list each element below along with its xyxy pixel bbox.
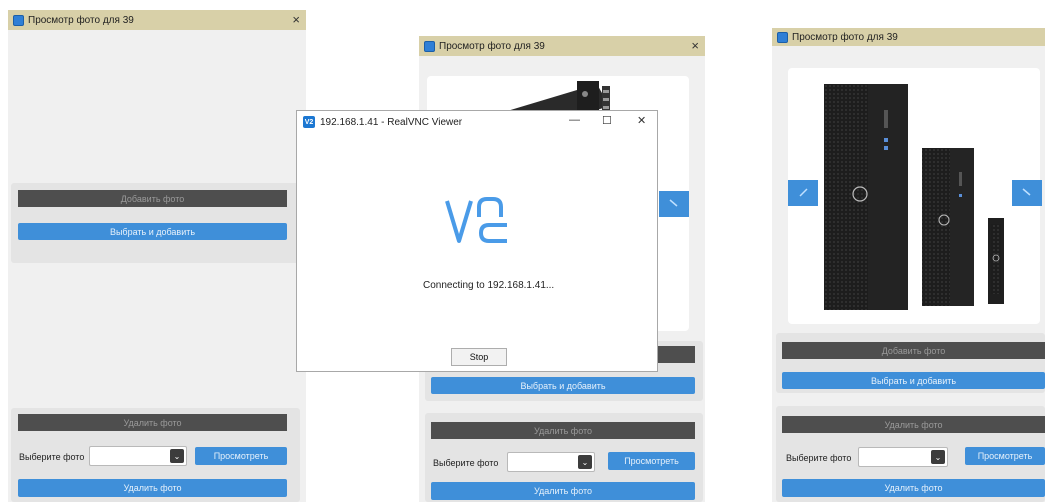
arrow-right-icon xyxy=(669,199,678,207)
app-icon xyxy=(777,31,788,43)
select-photo-label: Выберите фото xyxy=(19,452,85,462)
app-icon xyxy=(424,40,435,52)
minimize-icon[interactable]: — xyxy=(569,114,580,126)
window-titlebar[interactable]: Просмотр фото для 39 xyxy=(772,28,1045,46)
delete-photo-header: Удалить фото xyxy=(18,414,287,431)
choose-and-add-button[interactable]: Выбрать и добавить xyxy=(18,223,287,240)
stop-button[interactable]: Stop xyxy=(451,348,507,366)
chevron-down-icon[interactable]: ⌄ xyxy=(170,449,184,463)
prev-photo-button[interactable] xyxy=(788,180,818,206)
window-title: Просмотр фото для 39 xyxy=(28,14,134,26)
photo-window-right: Просмотр фото для 39 Добавить фото Выбра… xyxy=(772,28,1045,502)
delete-photo-button[interactable]: Удалить фото xyxy=(18,479,287,497)
photo-preview xyxy=(788,68,1040,324)
add-photo-header: Добавить фото xyxy=(18,190,287,207)
photo-window-left: Просмотр фото для 39 × Добавить фото Выб… xyxy=(8,10,306,502)
add-photo-header: Добавить фото xyxy=(782,342,1045,359)
delete-photo-header: Удалить фото xyxy=(782,416,1045,433)
close-icon[interactable]: × xyxy=(691,38,699,53)
vnc-window-title: 192.168.1.41 - RealVNC Viewer xyxy=(320,116,463,128)
view-button[interactable]: Просмотреть xyxy=(608,452,695,470)
chevron-down-icon[interactable]: ⌄ xyxy=(578,455,592,469)
vnc-logo xyxy=(445,197,507,243)
photo-select[interactable]: ⌄ xyxy=(858,447,948,467)
vnc-viewer-window: V2 192.168.1.41 - RealVNC Viewer — ☐ ✕ C… xyxy=(296,110,658,372)
next-photo-button[interactable] xyxy=(659,191,689,217)
arrow-left-icon xyxy=(799,188,808,197)
connection-status-text: Connecting to 192.168.1.41... xyxy=(423,280,555,291)
choose-and-add-button[interactable]: Выбрать и добавить xyxy=(782,372,1045,389)
delete-photo-header: Удалить фото xyxy=(431,422,695,439)
vnc-titlebar[interactable]: V2 192.168.1.41 - RealVNC Viewer — ☐ ✕ xyxy=(297,111,657,133)
dell-computers-photo xyxy=(824,84,1004,310)
window-title: Просмотр фото для 39 xyxy=(439,40,545,52)
app-icon xyxy=(13,14,24,26)
next-photo-button[interactable] xyxy=(1012,180,1042,206)
select-photo-label: Выберите фото xyxy=(786,453,852,463)
chevron-down-icon[interactable]: ⌄ xyxy=(931,450,945,464)
choose-and-add-button[interactable]: Выбрать и добавить xyxy=(431,377,695,394)
window-title: Просмотр фото для 39 xyxy=(792,31,898,43)
close-icon[interactable]: ✕ xyxy=(637,114,646,127)
select-photo-label: Выберите фото xyxy=(433,458,499,468)
arrow-right-icon xyxy=(1022,188,1031,196)
window-titlebar[interactable]: Просмотр фото для 39 × xyxy=(8,10,306,30)
window-titlebar[interactable]: Просмотр фото для 39 × xyxy=(419,36,705,56)
maximize-icon[interactable]: ☐ xyxy=(602,114,612,127)
view-button[interactable]: Просмотреть xyxy=(965,447,1045,465)
photo-select[interactable]: ⌄ xyxy=(89,446,187,466)
realvnc-app-icon: V2 xyxy=(303,116,315,128)
delete-photo-button[interactable]: Удалить фото xyxy=(782,479,1045,497)
delete-photo-button[interactable]: Удалить фото xyxy=(431,482,695,500)
close-icon[interactable]: × xyxy=(292,12,300,27)
photo-select[interactable]: ⌄ xyxy=(507,452,595,472)
view-button[interactable]: Просмотреть xyxy=(195,447,287,465)
